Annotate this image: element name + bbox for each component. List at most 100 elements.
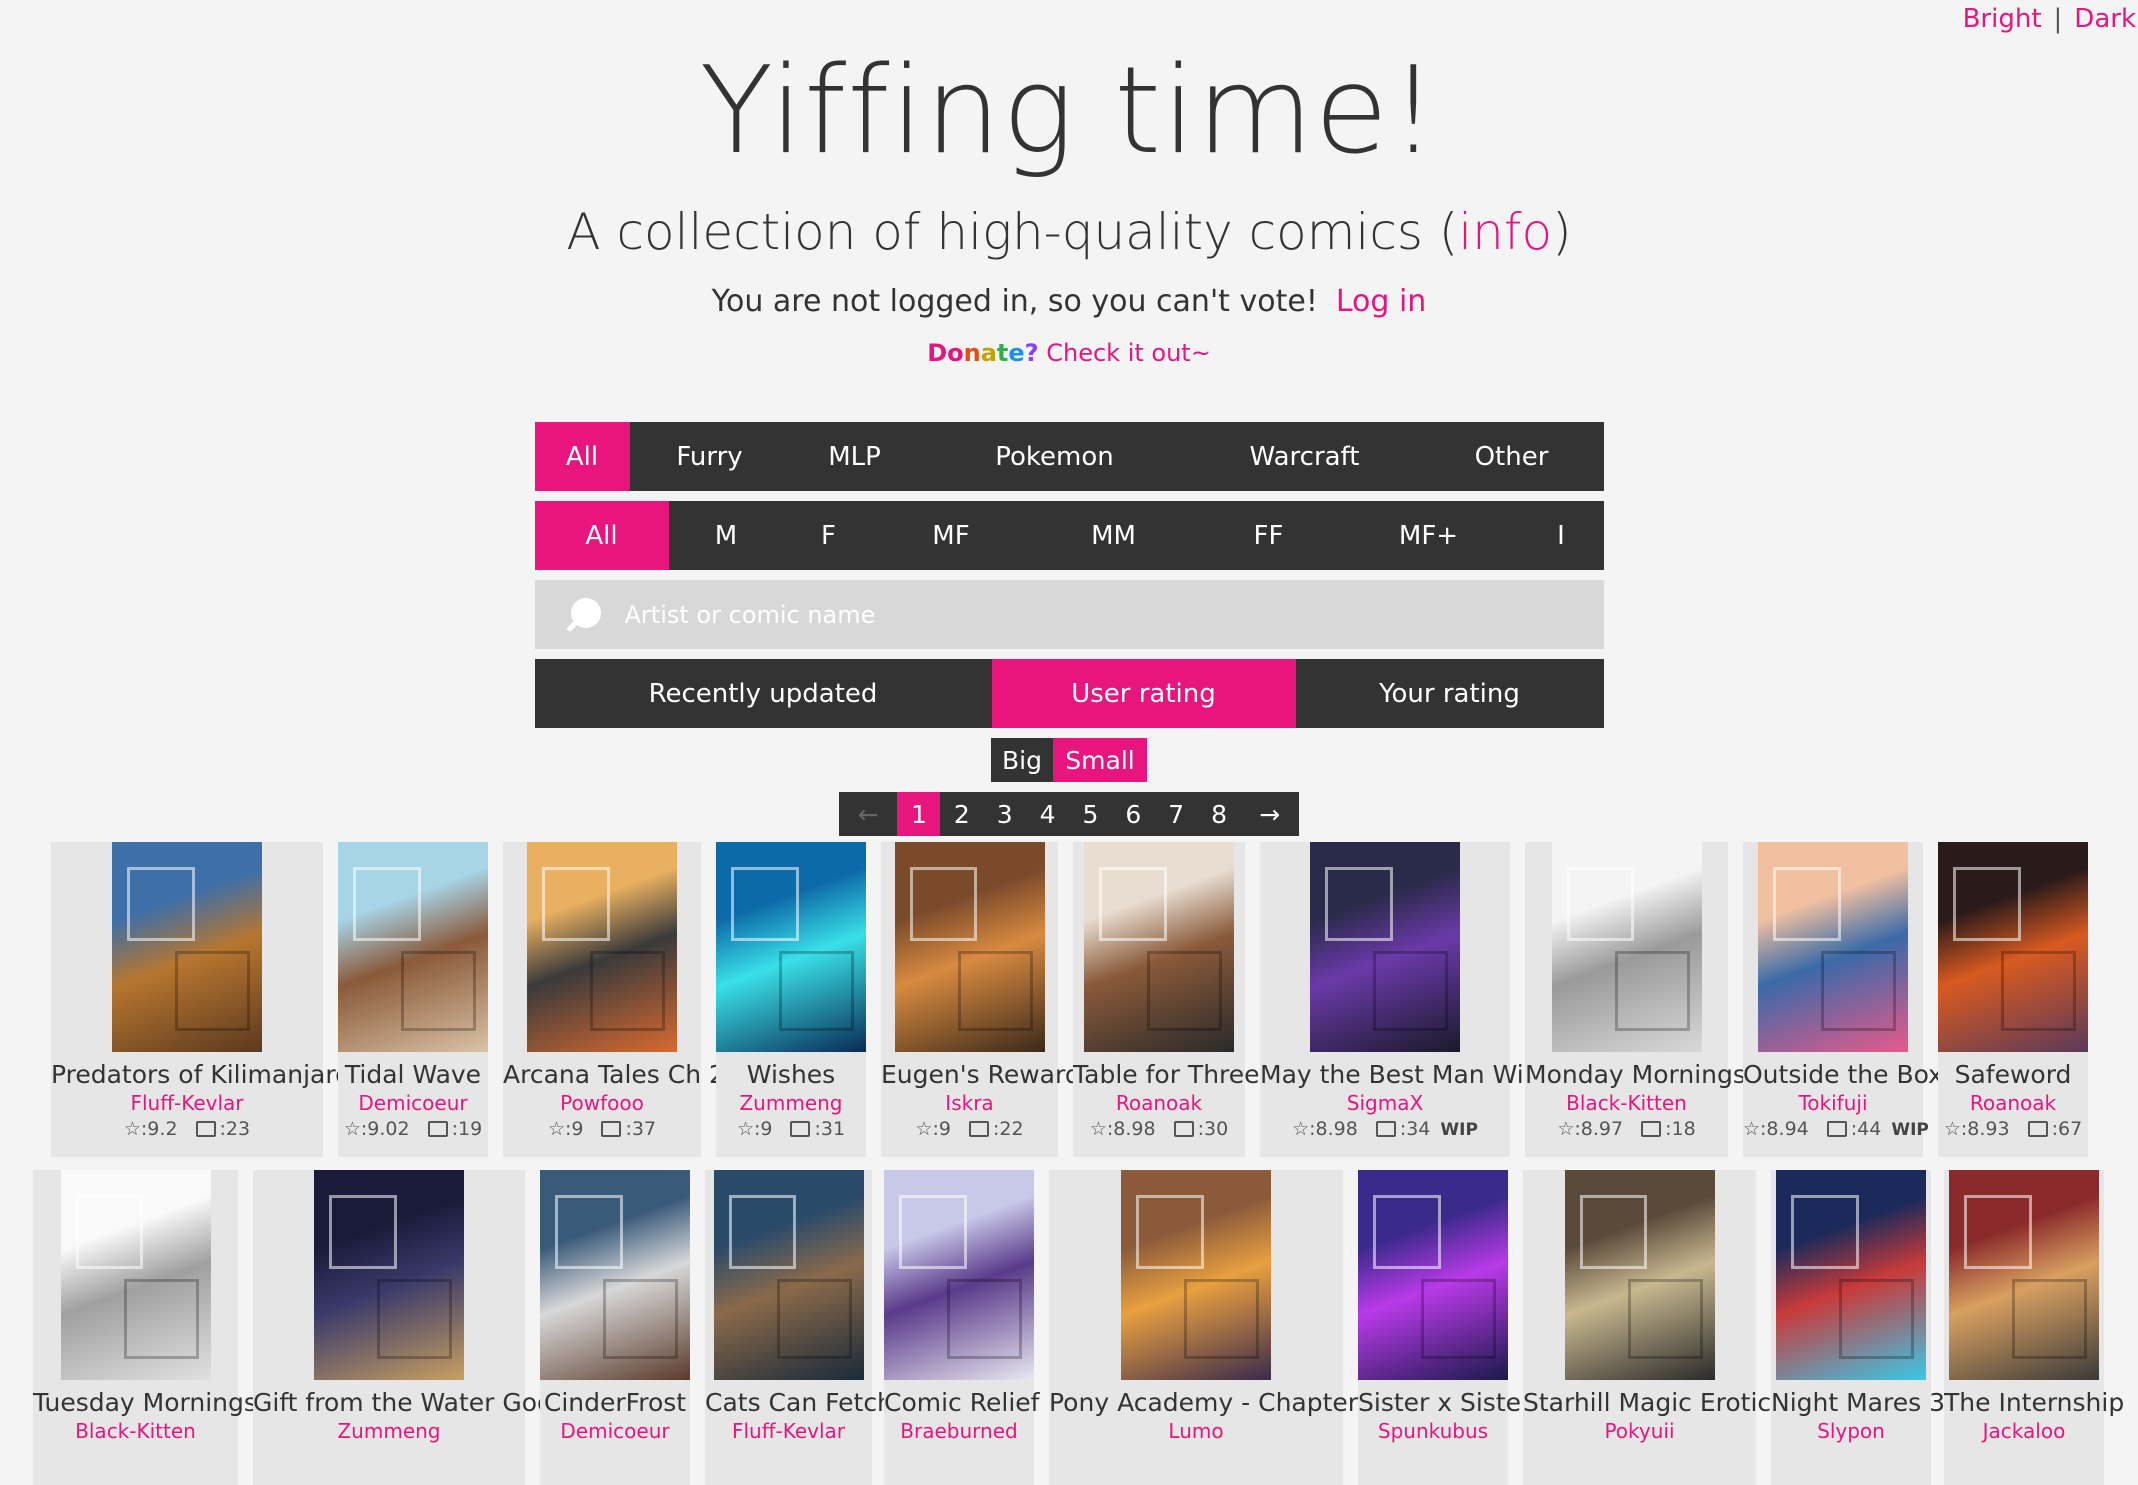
category-tab-warcraft[interactable]: Warcraft: [1190, 422, 1420, 491]
comic-thumbnail[interactable]: [60, 1170, 211, 1380]
gender-tab-mm[interactable]: MM: [1029, 501, 1199, 570]
comic-artist[interactable]: Black-Kitten: [1525, 1090, 1728, 1116]
page-button-4[interactable]: 4: [1026, 792, 1069, 836]
comic-card[interactable]: Comic Relief Braeburned: [884, 1170, 1039, 1485]
check-it-out-link[interactable]: Check it out~: [1046, 339, 1211, 367]
comic-thumbnail[interactable]: [540, 1170, 690, 1380]
comic-title[interactable]: Predators of Kilimanjaro: [51, 1060, 350, 1090]
comic-card[interactable]: Monday Mornings Black-Kitten ☆:8.97:18: [1525, 842, 1746, 1157]
info-link[interactable]: info: [1458, 203, 1552, 261]
comic-title[interactable]: May the Best Man Win: [1260, 1060, 1540, 1090]
comic-card[interactable]: Outside the Box Tokifuji ☆:8.94:44 WIP: [1743, 842, 1943, 1157]
comic-card[interactable]: Tuesday Mornings Black-Kitten: [33, 1170, 257, 1485]
comic-title[interactable]: Outside the Box: [1743, 1060, 1943, 1090]
comic-artist[interactable]: Fluff-Kevlar: [51, 1090, 323, 1116]
comic-artist[interactable]: Spunkubus: [1358, 1418, 1508, 1444]
gender-tab-mf-plus[interactable]: MF+: [1339, 501, 1519, 570]
comic-thumbnail[interactable]: [1084, 842, 1234, 1052]
comic-title[interactable]: Arcana Tales Ch 2: [503, 1060, 725, 1090]
comic-thumbnail[interactable]: [338, 842, 488, 1052]
sort-tab-recently-updated[interactable]: Recently updated: [535, 659, 992, 728]
comic-title[interactable]: Tuesday Mornings: [33, 1388, 257, 1418]
comic-title[interactable]: CinderFrost: [540, 1388, 690, 1418]
gender-tab-mf[interactable]: MF: [874, 501, 1029, 570]
comic-card[interactable]: Predators of Kilimanjaro Fluff-Kevlar ☆:…: [51, 842, 350, 1157]
prev-page-button[interactable]: ←: [839, 792, 897, 836]
gender-tab-all[interactable]: All: [534, 501, 669, 570]
comic-artist[interactable]: Lumo: [1049, 1418, 1343, 1444]
comic-title[interactable]: Wishes: [716, 1060, 866, 1090]
search-input[interactable]: [624, 580, 1604, 649]
comic-artist[interactable]: Iskra: [881, 1090, 1058, 1116]
comic-title[interactable]: The Internship: [1944, 1388, 2124, 1418]
comic-artist[interactable]: Fluff-Kevlar: [705, 1418, 872, 1444]
comic-thumbnail[interactable]: [1938, 842, 2088, 1052]
comic-card[interactable]: Night Mares 3 Slypon: [1771, 1170, 1945, 1485]
gender-tab-i[interactable]: I: [1519, 501, 1604, 570]
comic-artist[interactable]: SigmaX: [1260, 1090, 1510, 1116]
comic-card[interactable]: Wishes Zummeng ☆:9:31: [716, 842, 866, 1157]
page-button-1[interactable]: 1: [897, 792, 941, 836]
comic-title[interactable]: Eugen's Reward: [881, 1060, 1081, 1090]
comic-thumbnail[interactable]: [1776, 1170, 1926, 1380]
comic-thumbnail[interactable]: [1310, 842, 1460, 1052]
comic-card[interactable]: Tidal Wave Demicoeur ☆:9.02:19: [338, 842, 488, 1157]
comic-title[interactable]: Gift from the Water God: [253, 1388, 553, 1418]
comic-artist[interactable]: Jackaloo: [1944, 1418, 2104, 1444]
category-tab-other[interactable]: Other: [1420, 422, 1604, 491]
comic-thumbnail[interactable]: [112, 842, 262, 1052]
comic-card[interactable]: May the Best Man Win SigmaX ☆:8.98:34 WIP: [1260, 842, 1540, 1157]
size-small-button[interactable]: Small: [1053, 738, 1147, 782]
bright-theme-link[interactable]: Bright: [1963, 4, 2042, 34]
gender-tab-m[interactable]: M: [669, 501, 784, 570]
comic-thumbnail[interactable]: [527, 842, 677, 1052]
comic-thumbnail[interactable]: [1551, 842, 1702, 1052]
page-button-2[interactable]: 2: [940, 792, 983, 836]
comic-artist[interactable]: Slypon: [1771, 1418, 1931, 1444]
page-button-8[interactable]: 8: [1198, 792, 1241, 836]
comic-card[interactable]: Safeword Roanoak ☆:8.93:67: [1938, 842, 2088, 1157]
comic-title[interactable]: Tidal Wave: [338, 1060, 488, 1090]
comic-artist[interactable]: Demicoeur: [540, 1418, 690, 1444]
comic-artist[interactable]: Braeburned: [884, 1418, 1034, 1444]
comic-artist[interactable]: Zummeng: [716, 1090, 866, 1116]
comic-card[interactable]: Starhill Magic Erotica Pokyuii: [1523, 1170, 1787, 1485]
category-tab-all[interactable]: All: [534, 422, 630, 491]
comic-artist[interactable]: Roanoak: [1073, 1090, 1245, 1116]
comic-card[interactable]: CinderFrost Demicoeur: [540, 1170, 690, 1485]
comic-card[interactable]: Sister x Sister Spunkubus: [1358, 1170, 1531, 1485]
comic-artist[interactable]: Zummeng: [253, 1418, 525, 1444]
gender-tab-ff[interactable]: FF: [1199, 501, 1339, 570]
comic-artist[interactable]: Roanoak: [1938, 1090, 2088, 1116]
comic-card[interactable]: Pony Academy - Chapter 2 Lumo: [1049, 1170, 1382, 1485]
comic-thumbnail[interactable]: [1121, 1170, 1271, 1380]
comic-thumbnail[interactable]: [314, 1170, 464, 1380]
page-button-6[interactable]: 6: [1112, 792, 1155, 836]
comic-title[interactable]: Safeword: [1938, 1060, 2088, 1090]
comic-thumbnail[interactable]: [1758, 842, 1908, 1052]
comic-artist[interactable]: Black-Kitten: [33, 1418, 238, 1444]
comic-artist[interactable]: Tokifuji: [1743, 1090, 1923, 1116]
comic-card[interactable]: Cats Can Fetch Fluff-Kevlar: [705, 1170, 893, 1485]
comic-thumbnail[interactable]: [716, 842, 866, 1052]
login-link[interactable]: Log in: [1336, 284, 1426, 319]
gender-tab-f[interactable]: F: [784, 501, 874, 570]
comic-title[interactable]: Night Mares 3: [1771, 1388, 1945, 1418]
page-button-3[interactable]: 3: [983, 792, 1026, 836]
category-tab-mlp[interactable]: MLP: [790, 422, 920, 491]
size-big-button[interactable]: Big: [991, 738, 1053, 782]
comic-title[interactable]: Table for Three: [1073, 1060, 1260, 1090]
sort-tab-your-rating[interactable]: Your rating: [1296, 659, 1604, 728]
comic-title[interactable]: Comic Relief: [884, 1388, 1039, 1418]
next-page-button[interactable]: →: [1240, 792, 1298, 836]
comic-title[interactable]: Pony Academy - Chapter 2: [1049, 1388, 1382, 1418]
donate-link[interactable]: Donate?: [927, 339, 1038, 367]
comic-card[interactable]: The Internship Jackaloo: [1944, 1170, 2124, 1485]
comic-title[interactable]: Monday Mornings: [1525, 1060, 1746, 1090]
comic-thumbnail[interactable]: [1564, 1170, 1715, 1380]
comic-artist[interactable]: Demicoeur: [338, 1090, 488, 1116]
comic-thumbnail[interactable]: [1358, 1170, 1508, 1380]
comic-thumbnail[interactable]: [713, 1170, 864, 1380]
comic-thumbnail[interactable]: [884, 1170, 1034, 1380]
dark-theme-link[interactable]: Dark: [2074, 4, 2136, 34]
